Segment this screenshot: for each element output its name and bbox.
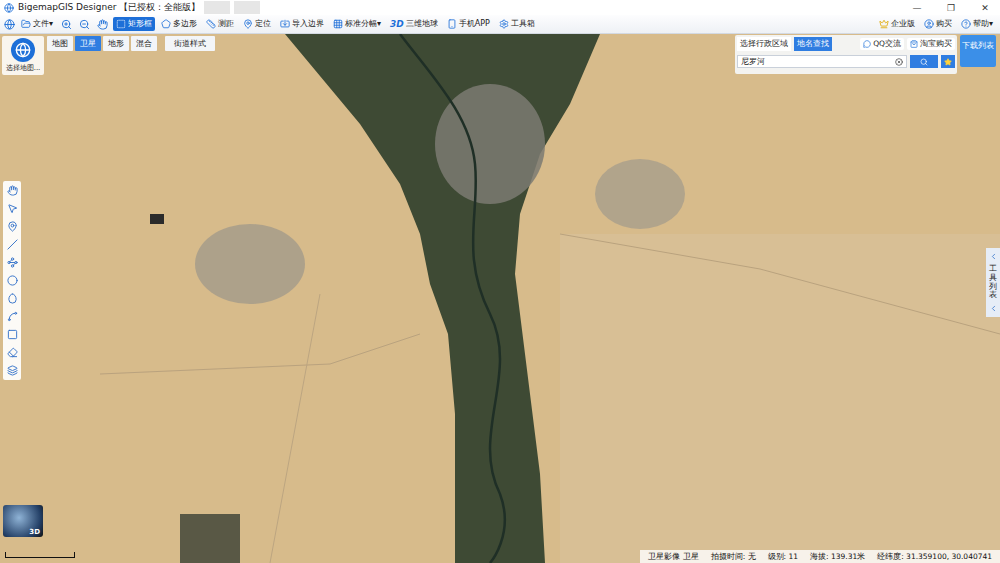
search-tab[interactable]: 选择行政区域 <box>737 37 791 51</box>
window-control[interactable]: ✕ <box>970 0 1000 15</box>
search-tab[interactable]: 地名查找 <box>794 37 832 51</box>
window-title: BigemapGIS Designer 【已授权：全能版】 <box>18 1 200 14</box>
panel-link[interactable]: 淘宝购买 <box>907 38 955 50</box>
toolbar-item[interactable]: 定位 <box>240 17 274 31</box>
panel-link[interactable]: QQ交流 <box>860 38 904 50</box>
toolbar-item[interactable]: 工具箱 <box>496 17 538 31</box>
toolbar-right-icon <box>879 19 889 29</box>
tool-icon <box>499 19 509 29</box>
tool-icon <box>116 19 126 29</box>
circle-icon[interactable] <box>7 275 18 286</box>
toolbar: 文件▾ 矩形框多边形测距定位导入边界标准分幅▾3D三维地球手机APP工具箱 企业版购… <box>0 15 1000 34</box>
status-bar: 卫星影像 卫星 拍摄时间: 无 级别: 11 海拔: 139.31米 经纬度: 31.3… <box>640 550 1000 563</box>
mini-globe[interactable]: 3D <box>3 505 43 537</box>
arc-icon[interactable] <box>7 311 18 322</box>
status-item: 卫星影像 卫星 <box>648 551 698 562</box>
satellite-imagery <box>0 34 1000 563</box>
tool-icon <box>206 19 216 29</box>
download-list-button[interactable]: 下载列表 <box>960 35 996 67</box>
tool-icon <box>161 19 171 29</box>
tool-icon <box>243 19 253 29</box>
hand-icon[interactable] <box>7 185 18 196</box>
scale-bar <box>5 552 75 558</box>
toolbar-right-item[interactable]: 帮助▾ <box>958 17 996 31</box>
search-panel: 选择行政区域地名查找 QQ交流淘宝购买尼罗河 <box>735 35 957 74</box>
map-picker[interactable]: 选择地图... <box>2 36 44 75</box>
link-icon <box>863 40 871 48</box>
ellipse-icon[interactable] <box>7 293 18 304</box>
chevron-left-icon[interactable] <box>989 304 998 313</box>
map-view[interactable]: 选择地图... 地图卫星地形混合街道样式 选择行政区域地名查找 QQ交流淘宝购买尼罗河… <box>0 34 1000 563</box>
toolbar-item[interactable]: 手机APP <box>444 17 493 31</box>
pin-icon[interactable] <box>7 221 18 232</box>
globe-icon <box>15 42 31 58</box>
map-picker-label: 选择地图... <box>6 63 41 73</box>
tool-list-label: 工具列表 <box>989 265 997 300</box>
map-type-tab[interactable]: 地图 <box>47 36 73 51</box>
map-type-tab[interactable]: 卫星 <box>75 36 101 51</box>
tool-icon <box>333 19 343 29</box>
polyline-icon[interactable] <box>7 257 18 268</box>
map-picker-badge <box>11 38 35 62</box>
tool-icon <box>447 19 457 29</box>
zoom-out-button[interactable] <box>77 19 92 30</box>
status-item: 海拔: 139.31米 <box>810 551 865 562</box>
mini-globe-label: 3D <box>29 528 40 536</box>
map-type-tab[interactable]: 地形 <box>103 36 129 51</box>
chevron-left-icon[interactable] <box>989 252 998 261</box>
toolbar-item[interactable]: 导入边界 <box>277 17 327 31</box>
drawing-tools <box>3 181 21 380</box>
redacted-block <box>234 1 260 14</box>
redacted-block <box>204 1 230 14</box>
line-icon[interactable] <box>7 239 18 250</box>
toolbar-item[interactable]: 测距 <box>203 17 237 31</box>
toolbar-right-item[interactable]: 购买 <box>921 17 955 31</box>
toolbar-item[interactable]: 多边形 <box>158 17 200 31</box>
toolbar-item[interactable]: 标准分幅▾ <box>330 17 384 31</box>
map-type-tab[interactable]: 混合 <box>131 36 157 51</box>
title-bar: BigemapGIS Designer 【已授权：全能版】 — ❐ ✕ <box>0 0 1000 15</box>
clear-icon[interactable] <box>895 58 903 66</box>
search-icon <box>920 58 928 66</box>
toolbar-right-icon <box>961 19 971 29</box>
folder-icon <box>21 19 31 29</box>
hand-icon <box>97 19 108 30</box>
layers-icon[interactable] <box>7 365 18 376</box>
tool-list-tab[interactable]: 工具列表 <box>986 248 1000 317</box>
pointer-icon[interactable] <box>7 203 18 214</box>
toolbar-item[interactable]: 矩形框 <box>113 17 155 31</box>
rectangle-icon[interactable] <box>7 329 18 340</box>
favorite-button[interactable] <box>941 55 955 68</box>
zoom-out-icon <box>79 19 90 30</box>
tool-icon <box>280 19 290 29</box>
eraser-icon[interactable] <box>7 347 18 358</box>
status-item: 拍摄时间: 无 <box>711 551 756 562</box>
app-logo-icon <box>4 3 14 13</box>
search-button[interactable] <box>910 55 938 68</box>
toolbar-right-icon <box>924 19 934 29</box>
search-input[interactable]: 尼罗河 <box>737 55 907 68</box>
map-type-tabs: 地图卫星地形混合街道样式 <box>47 36 215 51</box>
app-window: BigemapGIS Designer 【已授权：全能版】 — ❐ ✕ 文件▾ 矩形框多边… <box>0 0 1000 563</box>
globe-icon[interactable] <box>4 19 15 30</box>
toolbar-right-item[interactable]: 企业版 <box>876 17 918 31</box>
3d-badge: 3D <box>390 18 404 30</box>
toolbar-item[interactable]: 3D三维地球 <box>387 17 441 31</box>
zoom-in-icon <box>61 19 72 30</box>
status-item: 级别: 11 <box>768 551 798 562</box>
window-control[interactable]: — <box>902 0 932 15</box>
window-control[interactable]: ❐ <box>936 0 966 15</box>
file-menu[interactable]: 文件▾ <box>18 17 56 31</box>
map-type-tab[interactable]: 街道样式 <box>165 36 215 51</box>
status-item: 经纬度: 31.359100, 30.040741 <box>877 551 992 562</box>
pan-button[interactable] <box>95 19 110 30</box>
link-icon <box>910 40 918 48</box>
zoom-in-button[interactable] <box>59 19 74 30</box>
star-icon <box>944 58 952 66</box>
